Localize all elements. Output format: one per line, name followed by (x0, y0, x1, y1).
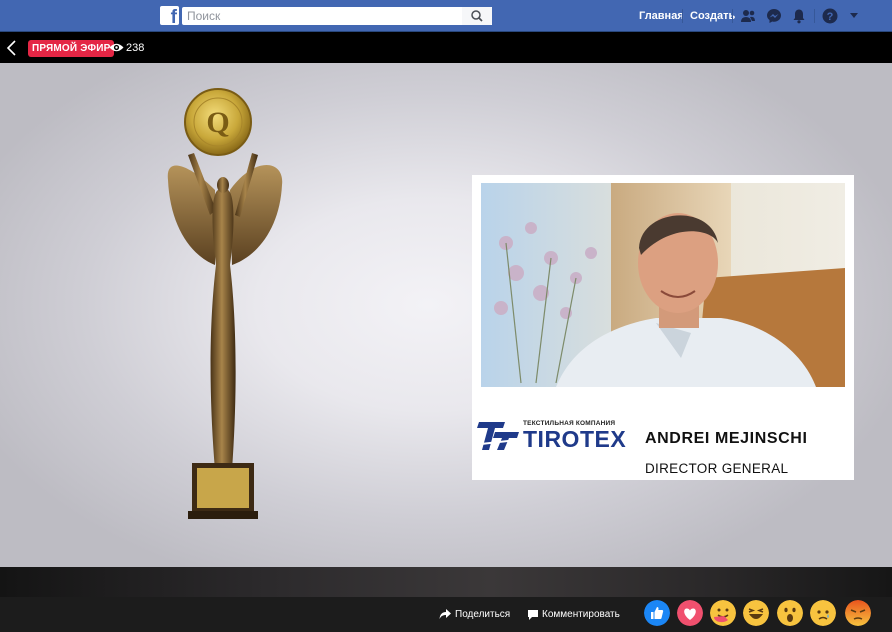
trophy-image: Q (167, 88, 283, 519)
comment-button[interactable]: Комментировать (542, 609, 620, 620)
comment-icon[interactable] (527, 609, 539, 621)
back-arrow-icon[interactable] (6, 40, 18, 56)
create-link[interactable]: Создать (690, 10, 735, 22)
speaker-name: ANDREI MEJINSCHI (645, 430, 808, 447)
search-icon (471, 10, 483, 22)
help-icon[interactable]: ? (822, 8, 838, 24)
svg-text:Q: Q (206, 106, 229, 139)
messenger-icon[interactable] (766, 8, 782, 24)
search-input[interactable] (187, 8, 457, 24)
haha-reaction-icon[interactable] (743, 600, 769, 626)
like-reaction-icon[interactable] (644, 600, 670, 626)
sad-reaction-icon[interactable] (810, 600, 836, 626)
nav-divider (732, 9, 733, 23)
video-bottom-strip (0, 567, 892, 597)
friends-icon[interactable] (740, 8, 756, 24)
nav-divider (814, 9, 815, 23)
care-reaction-icon[interactable] (710, 600, 736, 626)
wow-reaction-icon[interactable] (777, 600, 803, 626)
speaker-role: DIRECTOR GENERAL (645, 461, 789, 476)
viewer-count-number: 238 (126, 42, 145, 54)
live-badge: ПРЯМОЙ ЭФИР (28, 40, 115, 57)
facebook-logo-letter: f (170, 7, 177, 28)
love-reaction-icon[interactable] (677, 600, 703, 626)
facebook-logo[interactable]: f (160, 6, 179, 28)
facebook-top-bar: f Главная Создать ? (0, 0, 892, 32)
home-link[interactable]: Главная (639, 10, 684, 22)
share-button[interactable]: Поделиться (455, 609, 510, 620)
eye-icon (109, 43, 124, 52)
speaker-photo (481, 183, 845, 387)
angry-reaction-icon[interactable] (845, 600, 871, 626)
svg-text:?: ? (827, 11, 834, 23)
company-name: TIROTEX (523, 426, 627, 452)
notifications-icon[interactable] (791, 8, 807, 24)
share-icon[interactable] (439, 608, 452, 620)
search-box (182, 7, 492, 25)
search-button[interactable] (462, 7, 492, 25)
tirotex-logo-icon (477, 422, 519, 450)
menu-caret-icon[interactable] (849, 12, 859, 20)
nav-divider (682, 9, 683, 23)
